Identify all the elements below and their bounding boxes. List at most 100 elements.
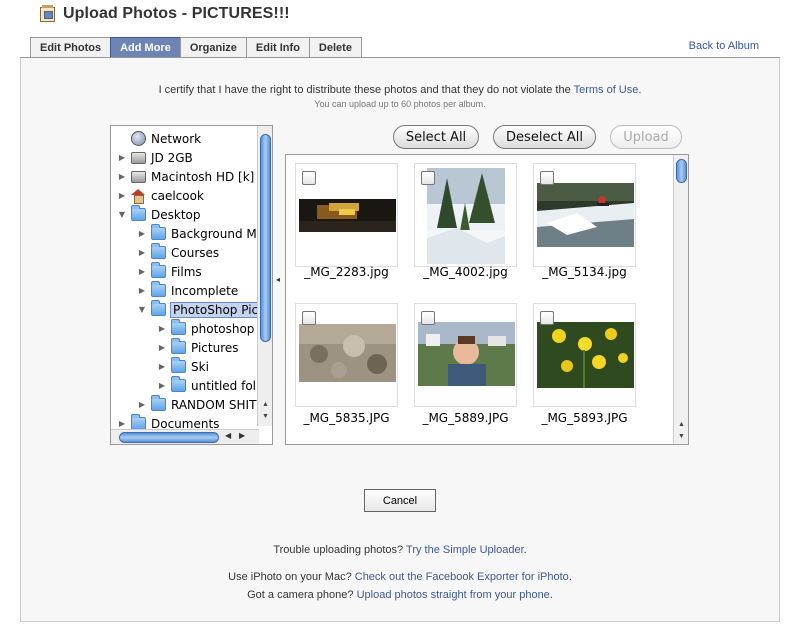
tree-item-label: Incomplete bbox=[171, 283, 239, 298]
tree-item-label: Macintosh HD [k] bbox=[151, 169, 255, 184]
tab-edit-info[interactable]: Edit Info bbox=[245, 37, 310, 58]
tree-item-label: caelcook bbox=[151, 188, 204, 203]
upload-button[interactable]: Upload bbox=[610, 125, 682, 149]
photo-checkbox[interactable] bbox=[421, 171, 435, 185]
phone-period: . bbox=[549, 589, 553, 601]
disclosure-closed-icon[interactable]: ▶ bbox=[137, 248, 147, 257]
photo-checkbox[interactable] bbox=[302, 171, 316, 185]
tree-item[interactable]: ▶ Films bbox=[111, 262, 202, 281]
scroll-left-arrow[interactable]: ◀ bbox=[225, 431, 231, 440]
upload-panel: I certify that I have the right to distr… bbox=[20, 57, 780, 622]
photo-card-mg-5835[interactable] bbox=[295, 303, 398, 407]
photo-card-mg-5889[interactable] bbox=[414, 303, 517, 407]
deselect-all-button[interactable]: Deselect All bbox=[493, 125, 596, 149]
tab-edit-photos[interactable]: Edit Photos bbox=[30, 37, 112, 58]
disclosure-closed-icon[interactable]: ▶ bbox=[137, 400, 147, 409]
tree-item[interactable]: ▶ Incomplete bbox=[111, 281, 238, 300]
tree-item[interactable]: ▶ caelcook bbox=[111, 186, 204, 205]
tab-organize[interactable]: Organize bbox=[179, 37, 247, 58]
photo-checkbox[interactable] bbox=[421, 311, 435, 325]
terms-of-use-link[interactable]: Terms of Use bbox=[574, 84, 639, 96]
drive-icon bbox=[131, 170, 146, 183]
drive-icon bbox=[131, 151, 146, 164]
tree-item[interactable]: ▼ PhotoShop Pict bbox=[111, 300, 266, 319]
disclosure-closed-icon[interactable]: ▶ bbox=[137, 286, 147, 295]
disclosure-closed-icon[interactable]: ▶ bbox=[117, 191, 127, 200]
cancel-button[interactable]: Cancel bbox=[364, 489, 436, 512]
disclosure-open-icon[interactable]: ▼ bbox=[117, 210, 127, 219]
disclosure-closed-icon[interactable]: ▶ bbox=[157, 343, 167, 352]
tree-item[interactable]: ▶ Pictures bbox=[111, 338, 239, 357]
home-icon bbox=[131, 189, 146, 204]
iphoto-period: . bbox=[568, 571, 572, 583]
photo-thumbnail bbox=[537, 322, 634, 388]
disclosure-closed-icon[interactable]: ▶ bbox=[137, 267, 147, 276]
disclosure-closed-icon[interactable]: ▶ bbox=[157, 381, 167, 390]
network-icon bbox=[131, 131, 146, 146]
trouble-period: . bbox=[523, 544, 527, 556]
tree-item[interactable]: ▶ Ski bbox=[111, 357, 209, 376]
tree-hscroll-thumb[interactable] bbox=[119, 432, 219, 443]
folder-icon bbox=[151, 243, 166, 259]
tree-scroll-thumb[interactable] bbox=[260, 134, 271, 342]
scroll-down-arrow[interactable]: ▼ bbox=[674, 432, 689, 442]
photo-card-mg-5134[interactable] bbox=[533, 163, 636, 267]
tab-delete[interactable]: Delete bbox=[308, 37, 362, 58]
disclosure-closed-icon[interactable]: ▶ bbox=[157, 362, 167, 371]
photo-checkbox[interactable] bbox=[540, 171, 554, 185]
tree-item[interactable]: ▼ Desktop bbox=[111, 205, 201, 224]
disclosure-closed-icon[interactable]: ▶ bbox=[137, 229, 147, 238]
tree-item-label: photoshop bbox=[191, 321, 255, 336]
scroll-down-arrow[interactable]: ▼ bbox=[258, 412, 272, 422]
gallery-scrollbar[interactable]: ▲ ▼ bbox=[673, 155, 688, 444]
trouble-uploading-line: Trouble uploading photos? Try the Simple… bbox=[21, 544, 779, 556]
certify-period: . bbox=[638, 84, 642, 96]
photo-card-mg-5893[interactable] bbox=[533, 303, 636, 407]
photos-app-icon bbox=[40, 4, 55, 22]
tab-add-more[interactable]: Add More bbox=[110, 37, 181, 58]
tree-horizontal-scrollbar[interactable]: ◀ ▶ bbox=[111, 429, 259, 444]
tree-item[interactable]: ▶ RANDOM SHIT bbox=[111, 395, 256, 414]
tree-item[interactable]: ▶ Background M bbox=[111, 224, 257, 243]
disclosure-open-icon[interactable]: ▼ bbox=[137, 305, 147, 314]
tree-item[interactable]: ▶ JD 2GB bbox=[111, 148, 193, 167]
photo-thumbnail bbox=[299, 199, 396, 232]
tree-item-label: Courses bbox=[171, 245, 220, 260]
photo-card-mg-4002[interactable] bbox=[414, 163, 517, 267]
photo-gallery: _MG_2283.jpg _MG_4002.jpg _MG_5134.jpg _… bbox=[285, 154, 689, 445]
simple-uploader-link[interactable]: Try the Simple Uploader bbox=[406, 544, 524, 556]
tree-item-label: RANDOM SHIT bbox=[171, 397, 257, 412]
scroll-right-arrow[interactable]: ▶ bbox=[239, 431, 245, 440]
photo-card-mg-2283[interactable] bbox=[295, 163, 398, 267]
folder-icon bbox=[131, 205, 146, 221]
certify-text: I certify that I have the right to distr… bbox=[21, 84, 779, 96]
folder-icon bbox=[151, 281, 166, 297]
tree-item[interactable]: ▶ photoshop bbox=[111, 319, 254, 338]
iphoto-exporter-link[interactable]: Check out the Facebook Exporter for iPho… bbox=[355, 571, 569, 583]
tree-item[interactable]: ▶ Courses bbox=[111, 243, 219, 262]
disclosure-closed-icon[interactable]: ▶ bbox=[117, 172, 127, 181]
select-all-button[interactable]: Select All bbox=[393, 125, 479, 149]
tree-item[interactable]: ▶ untitled fol bbox=[111, 376, 256, 395]
photo-filename: _MG_4002.jpg bbox=[423, 265, 508, 279]
tree-item-label: Desktop bbox=[151, 207, 201, 222]
camera-phone-line: Got a camera phone? Upload photos straig… bbox=[21, 589, 779, 601]
mobile-upload-link[interactable]: Upload photos straight from your phone bbox=[357, 589, 550, 601]
splitter-handle[interactable]: ◂ bbox=[276, 275, 280, 284]
tree-item[interactable]: ▶ Macintosh HD [k] bbox=[111, 167, 254, 186]
disclosure-closed-icon[interactable]: ▶ bbox=[117, 153, 127, 162]
disclosure-closed-icon[interactable]: ▶ bbox=[117, 419, 127, 428]
trouble-text: Trouble uploading photos? bbox=[273, 544, 404, 556]
tree-item[interactable]: Network bbox=[111, 129, 201, 148]
disclosure-closed-icon[interactable]: ▶ bbox=[157, 324, 167, 333]
back-to-album-link[interactable]: Back to Album bbox=[689, 40, 759, 52]
photo-checkbox[interactable] bbox=[540, 311, 554, 325]
photo-checkbox[interactable] bbox=[302, 311, 316, 325]
gallery-scroll-thumb[interactable] bbox=[676, 159, 687, 183]
tree-item-label: Pictures bbox=[191, 340, 239, 355]
scroll-up-arrow[interactable]: ▲ bbox=[258, 400, 272, 410]
folder-icon bbox=[151, 262, 166, 278]
folder-icon bbox=[171, 357, 186, 373]
scroll-up-arrow[interactable]: ▲ bbox=[674, 420, 689, 430]
tree-vertical-scrollbar[interactable]: ▲ ▼ bbox=[257, 126, 272, 426]
